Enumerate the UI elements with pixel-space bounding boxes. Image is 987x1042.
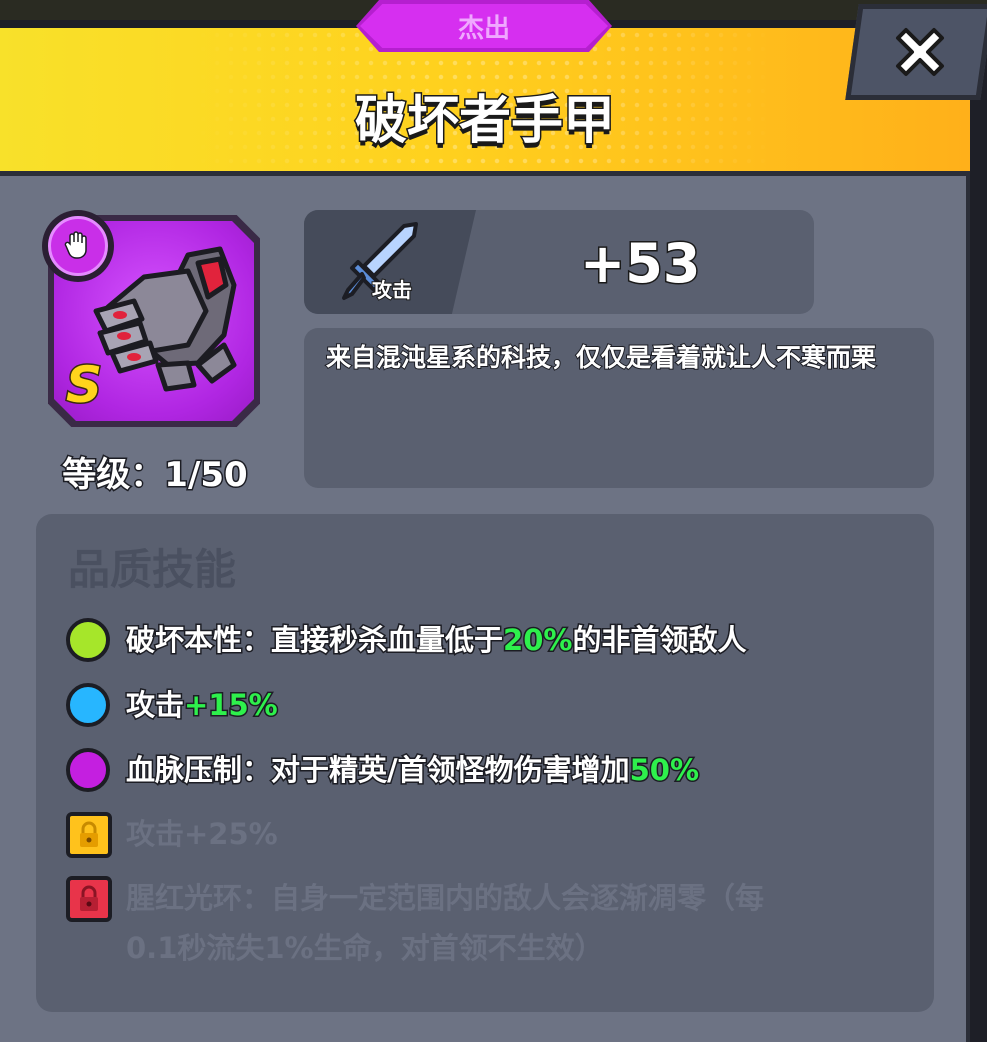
skill-highlight: 50% [628, 752, 700, 789]
close-icon [895, 28, 944, 76]
lock-icon [66, 812, 112, 858]
skill-dot-purple [66, 748, 110, 792]
rarity-tab: 杰出 [356, 0, 612, 52]
skill-highlight: 20% [502, 622, 574, 659]
skill-dot-blue [66, 683, 110, 727]
skill-text-locked-line2: 0.1秒流失1%生命，对首领不生效） [126, 931, 604, 965]
item-level: 等级：1/50 [61, 454, 249, 497]
skill-text-locked: 攻击+25% [126, 817, 278, 851]
close-button[interactable] [845, 4, 987, 100]
skill-text: 攻击+15% [124, 687, 280, 724]
item-description: 来自混沌星系的科技，仅仅是看着就让人不寒而栗 [325, 342, 877, 373]
grade-badge: S [64, 355, 103, 416]
skill-text: 破坏本性：直接秒杀血量低于20%的非首领敌人 [124, 622, 747, 659]
skills-title: 品质技能 [68, 545, 237, 594]
lock-icon [66, 876, 112, 922]
skill-text: 血脉压制：对于精英/首领怪物伤害增加50% [125, 752, 701, 789]
stat-label: 攻击 [371, 277, 413, 303]
rarity-label: 杰出 [457, 13, 510, 44]
stat-value: +53 [578, 231, 701, 297]
glove-icon [64, 231, 87, 259]
skill-highlight: +15% [183, 687, 280, 724]
item-type-badge [42, 210, 114, 282]
item-title: 破坏者手甲 [353, 90, 616, 153]
skill-text-locked: 腥红光环：自身一定范围内的敌人会逐渐凋零（每 [126, 881, 765, 915]
skill-dot-green [66, 618, 110, 662]
